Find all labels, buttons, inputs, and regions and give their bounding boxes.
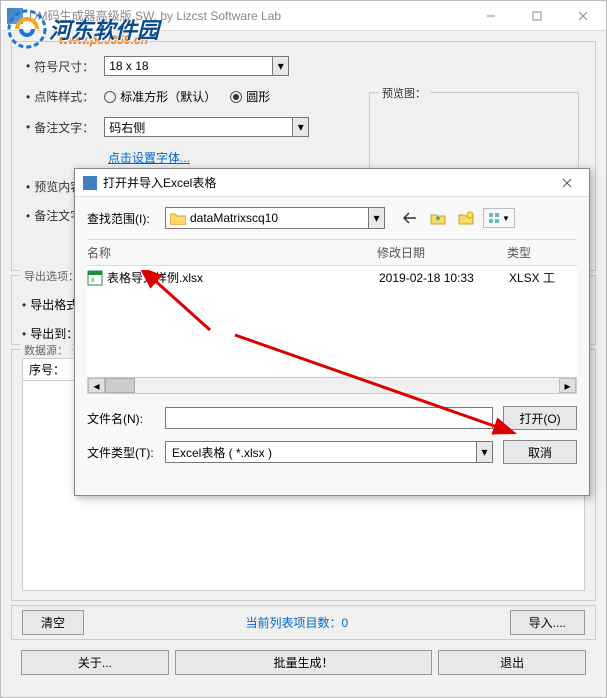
watermark-logo: 河东软件园: [7, 9, 159, 49]
exit-button[interactable]: 退出: [438, 650, 586, 675]
file-date: 2019-02-18 10:33: [379, 271, 509, 285]
dialog-title: 打开并导入Excel表格: [103, 174, 216, 191]
chevron-down-icon: ▾: [292, 118, 308, 136]
col-serial: 序号：: [29, 363, 65, 377]
scroll-thumb[interactable]: [105, 378, 135, 393]
filetype-select[interactable]: Excel表格 ( *.xlsx ) ▾: [165, 441, 493, 463]
filetype-value: Excel表格 ( *.xlsx ): [172, 444, 272, 461]
radio-standard-label: 标准方形（默认）: [120, 88, 216, 105]
folder-icon: [170, 212, 186, 225]
nav-back-button[interactable]: [399, 208, 421, 228]
lookin-value: dataMatrixscq10: [190, 211, 278, 225]
note-position-value: 码右侧: [109, 119, 145, 136]
nav-up-button[interactable]: [427, 208, 449, 228]
note-position-label: 备注文字：: [34, 119, 104, 136]
xlsx-icon: x: [87, 270, 103, 286]
open-button[interactable]: 打开(O): [503, 406, 577, 430]
symbol-size-select[interactable]: 18 x 18 ▾: [104, 56, 289, 76]
file-list[interactable]: x 表格导入样例.xlsx 2019-02-18 10:33 XLSX 工 ◂ …: [87, 266, 577, 376]
filename-input[interactable]: [165, 407, 493, 429]
col-name[interactable]: 名称: [87, 244, 377, 261]
import-button[interactable]: 导入....: [510, 610, 585, 635]
preview-label: 预览图：: [378, 85, 430, 101]
filename-label: 文件名(N):: [87, 410, 165, 427]
radio-circle-label: 圆形: [246, 88, 270, 105]
pattern-label: 点阵样式：: [34, 88, 104, 105]
scroll-left-arrow[interactable]: ◂: [88, 378, 105, 393]
col-type[interactable]: 类型: [507, 244, 531, 261]
chevron-down-icon: ▾: [368, 208, 384, 228]
status-text: 当前列表项目数：0: [84, 614, 510, 631]
bullet: •: [26, 90, 30, 104]
file-type: XLSX 工: [509, 269, 555, 286]
nav-views-button[interactable]: ▼: [483, 208, 515, 228]
scroll-right-arrow[interactable]: ▸: [559, 378, 576, 393]
file-list-header: 名称 修改日期 类型: [87, 239, 577, 266]
file-open-dialog: 打开并导入Excel表格 查找范围(I): dataMatrixscq10 ▾ …: [74, 168, 590, 496]
filetype-label: 文件类型(T):: [87, 444, 165, 461]
watermark-text: 河东软件园: [49, 13, 159, 45]
lookin-select[interactable]: dataMatrixscq10 ▾: [165, 207, 385, 229]
export-format-label: 导出格式: [30, 296, 78, 313]
bullet: •: [26, 209, 30, 223]
dialog-titlebar[interactable]: 打开并导入Excel表格: [75, 169, 589, 197]
about-button[interactable]: 关于...: [21, 650, 169, 675]
file-name: 表格导入样例.xlsx: [107, 269, 379, 286]
dialog-icon: [83, 176, 97, 190]
file-row[interactable]: x 表格导入样例.xlsx 2019-02-18 10:33 XLSX 工: [87, 266, 577, 289]
cancel-button[interactable]: 取消: [503, 440, 577, 464]
lookin-label: 查找范围(I):: [87, 210, 165, 227]
chevron-down-icon: ▾: [272, 57, 288, 75]
horizontal-scrollbar[interactable]: ◂ ▸: [87, 377, 577, 394]
col-date[interactable]: 修改日期: [377, 244, 507, 261]
close-button[interactable]: [560, 1, 606, 31]
nav-newfolder-button[interactable]: [455, 208, 477, 228]
chevron-down-icon: ▾: [476, 442, 492, 462]
bullet: •: [26, 120, 30, 134]
maximize-button[interactable]: [514, 1, 560, 31]
bullet: •: [26, 59, 30, 73]
minimize-button[interactable]: [468, 1, 514, 31]
datasource-title: 数据源：: [20, 342, 72, 358]
batch-generate-button[interactable]: 批量生成！: [175, 650, 433, 675]
bullet: •: [26, 180, 30, 194]
symbol-size-value: 18 x 18: [109, 59, 148, 73]
note-position-select[interactable]: 码右侧 ▾: [104, 117, 309, 137]
clear-button[interactable]: 清空: [22, 610, 84, 635]
export-dest-label: 导出到：: [30, 325, 78, 342]
svg-text:x: x: [91, 277, 95, 284]
radio-standard[interactable]: [104, 91, 116, 103]
radio-circle[interactable]: [230, 91, 242, 103]
symbol-size-label: 符号尺寸：: [34, 58, 104, 75]
dialog-close-button[interactable]: [545, 169, 589, 197]
font-settings-link[interactable]: 点击设置字体...: [108, 149, 190, 166]
